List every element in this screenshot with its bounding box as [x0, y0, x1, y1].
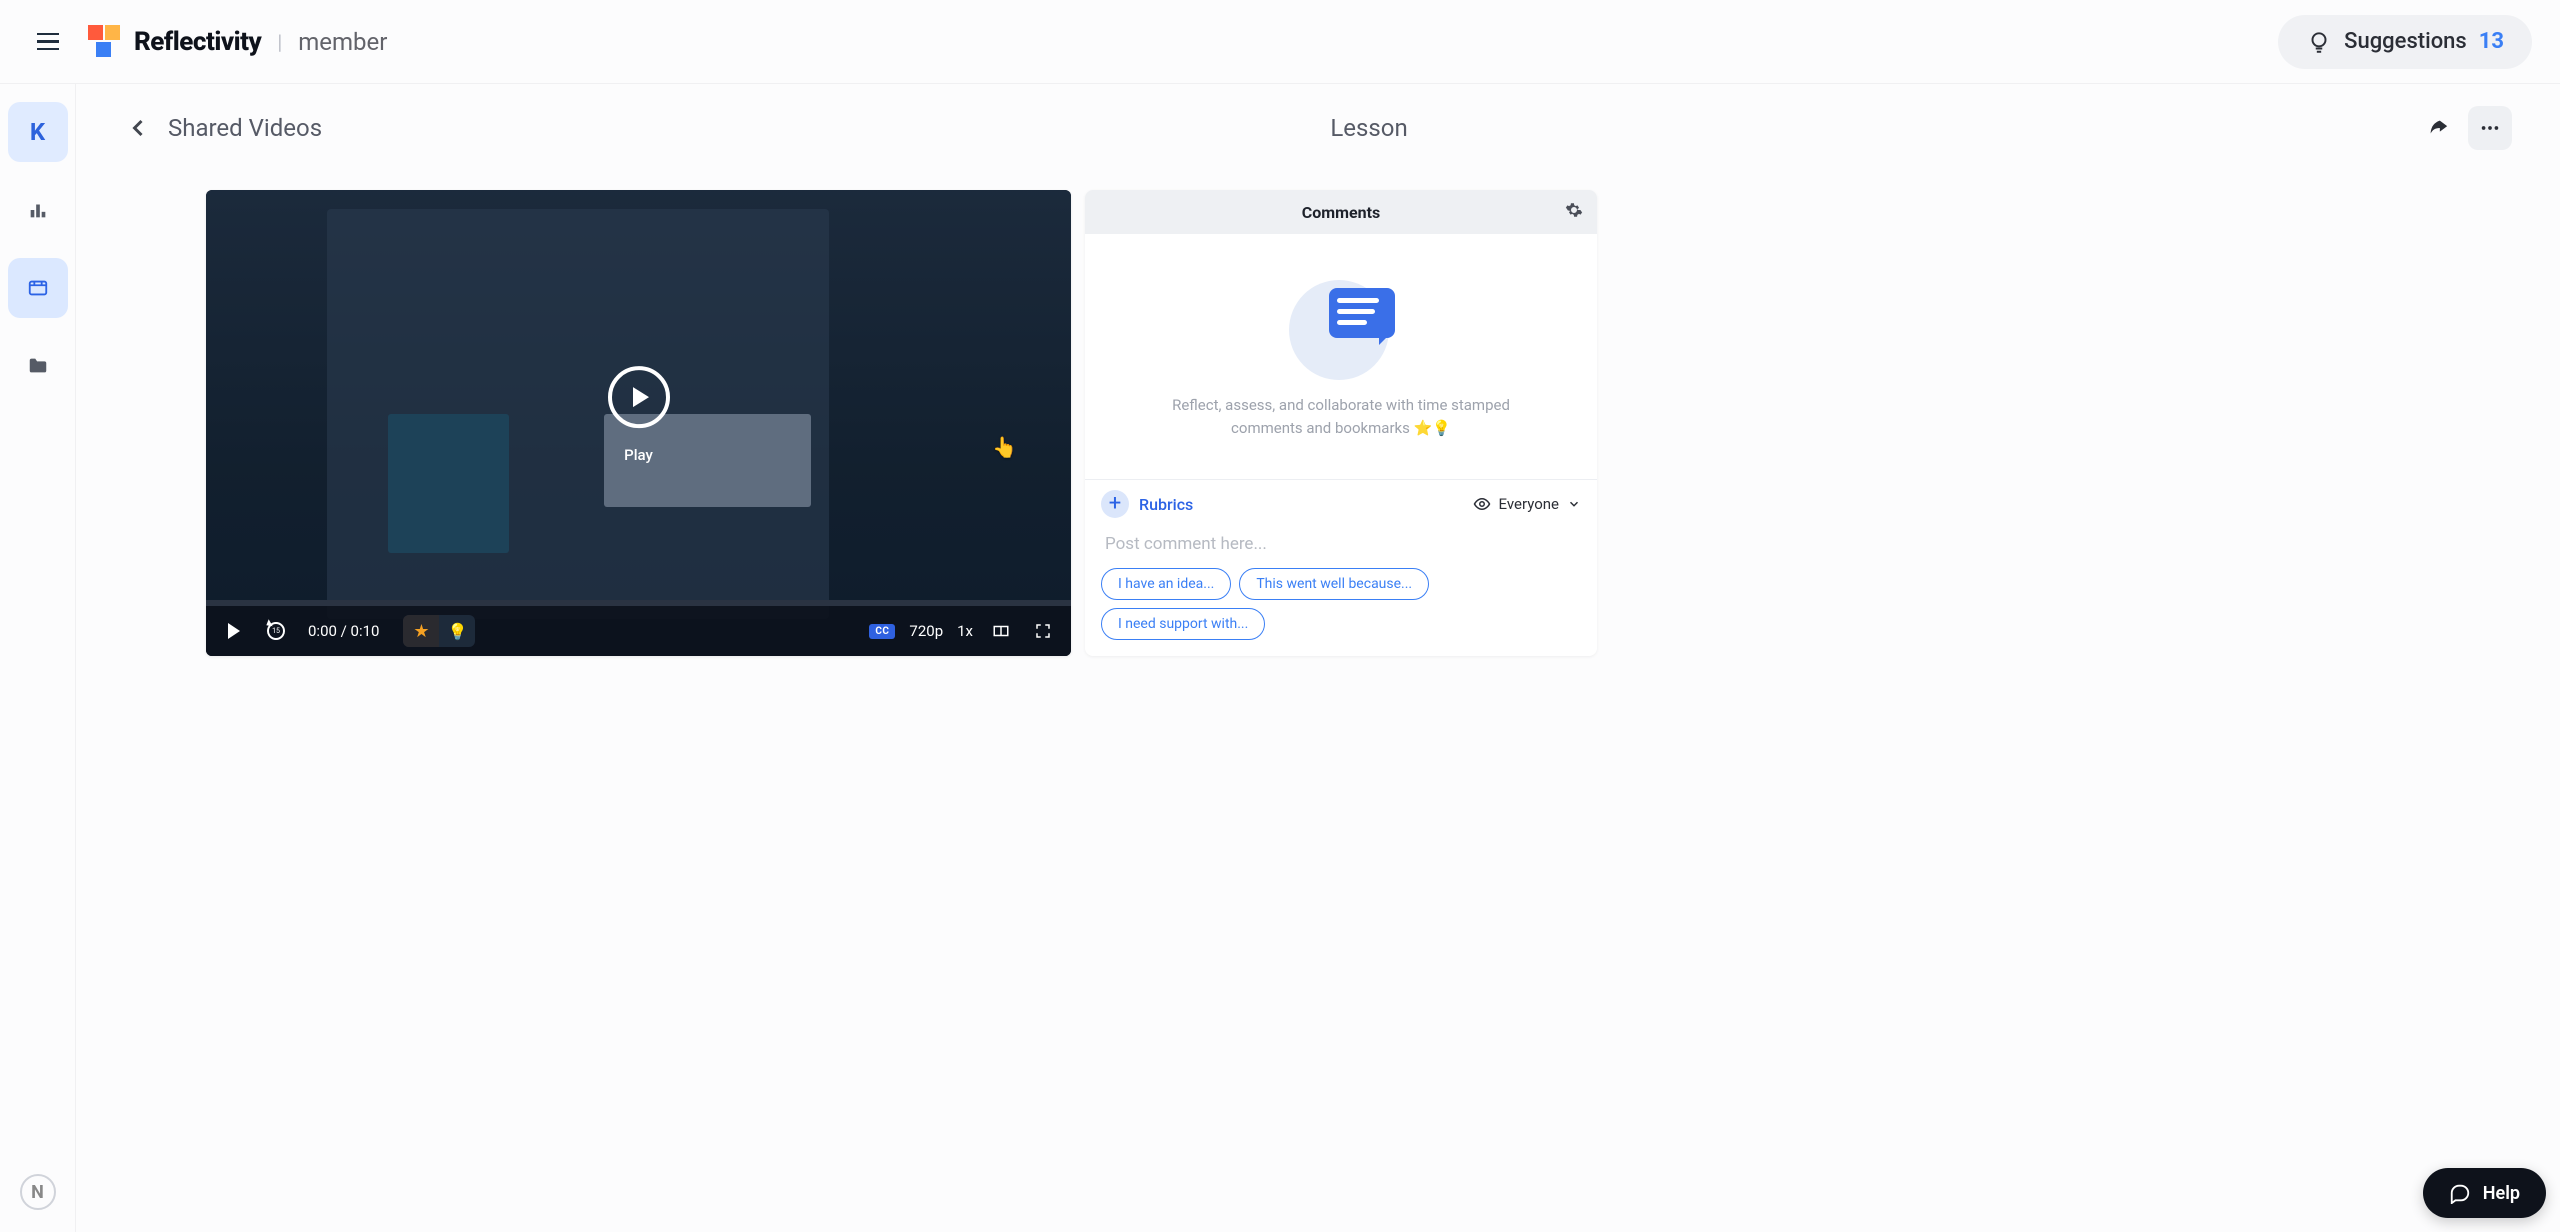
comments-settings-button[interactable] [1565, 201, 1583, 223]
prompt-chip-support[interactable]: I need support with... [1101, 608, 1265, 640]
brand-role: member [298, 28, 387, 56]
breadcrumb-link[interactable]: Shared Videos [168, 114, 322, 142]
page-title: Lesson [1330, 114, 1407, 142]
suggestions-label: Suggestions [2344, 29, 2467, 54]
play-button[interactable] [220, 617, 248, 645]
brand-name: Reflectivity [134, 27, 261, 57]
nav-videos[interactable] [8, 258, 68, 318]
bar-chart-icon [27, 199, 49, 221]
speed-button[interactable]: 1x [957, 622, 973, 640]
share-arrow-icon [2427, 117, 2449, 139]
share-button[interactable] [2416, 106, 2460, 150]
play-overlay-button[interactable]: Play [608, 366, 670, 464]
visibility-label: Everyone [1499, 495, 1559, 513]
org-badge: N [20, 1174, 56, 1210]
plus-icon: + [1101, 490, 1129, 518]
comments-empty-text: Reflect, assess, and collaborate with ti… [1161, 394, 1521, 439]
fullscreen-button[interactable] [1029, 617, 1057, 645]
gear-icon [1565, 201, 1583, 219]
brand-separator: | [277, 30, 282, 54]
comments-empty-illustration [1271, 274, 1411, 374]
fullscreen-icon [1034, 622, 1052, 640]
comments-empty-state: Reflect, assess, and collaborate with ti… [1085, 234, 1597, 479]
left-nav: K N [0, 84, 76, 1232]
back-button[interactable] [124, 114, 152, 142]
suggestions-button[interactable]: Suggestions 13 [2278, 15, 2532, 69]
visibility-dropdown[interactable]: Everyone [1473, 495, 1581, 513]
bookmark-star-button[interactable]: ★ [403, 615, 439, 647]
chevron-down-icon [1567, 497, 1581, 511]
quality-button[interactable]: 720p [909, 622, 943, 640]
video-controls-bar: 15 0:00 / 0:10 ★ 💡 CC 720p 1x [206, 606, 1071, 656]
comment-input[interactable] [1101, 524, 1581, 568]
hamburger-icon [37, 33, 59, 51]
folder-icon [27, 355, 49, 377]
nav-folders[interactable] [8, 336, 68, 396]
comments-title: Comments [1302, 203, 1380, 222]
chat-bubble-icon [2449, 1182, 2471, 1204]
theater-icon [992, 622, 1010, 640]
progress-track[interactable] [206, 600, 1071, 606]
more-options-button[interactable] [2468, 106, 2512, 150]
suggestions-count: 13 [2479, 29, 2504, 54]
avatar-initial: K [30, 118, 45, 146]
rubrics-label: Rubrics [1139, 495, 1193, 514]
video-player[interactable]: Play 👆 15 0:00 / 0:10 ★ 💡 CC [206, 190, 1071, 656]
theater-mode-button[interactable] [987, 617, 1015, 645]
hamburger-menu-button[interactable] [28, 22, 68, 62]
play-circle-icon [608, 366, 670, 428]
prompt-chip-went-well[interactable]: This went well because... [1239, 568, 1429, 600]
rewind-15-button[interactable]: 15 [262, 617, 290, 645]
prompt-chip-idea[interactable]: I have an idea... [1101, 568, 1231, 600]
help-button[interactable]: Help [2423, 1168, 2546, 1218]
star-icon: ★ [413, 621, 429, 642]
bulb-icon: 💡 [448, 622, 468, 641]
rewind-icon: 15 [267, 622, 285, 640]
app-logo [88, 25, 122, 59]
comments-panel: Comments Reflect, assess, and collaborat… [1085, 190, 1597, 656]
brand-block: Reflectivity | member [88, 25, 387, 59]
eye-icon [1473, 495, 1491, 513]
help-label: Help [2483, 1183, 2520, 1204]
bookmark-idea-button[interactable]: 💡 [439, 615, 475, 647]
play-icon [228, 623, 240, 639]
play-label: Play [624, 446, 653, 464]
nav-dashboard[interactable] [8, 180, 68, 240]
time-display: 0:00 / 0:10 [308, 622, 379, 640]
add-rubrics-button[interactable]: + Rubrics [1101, 490, 1193, 518]
lightbulb-icon [2306, 29, 2332, 55]
film-icon [27, 277, 49, 299]
ellipsis-icon [2479, 117, 2501, 139]
user-avatar[interactable]: K [8, 102, 68, 162]
captions-button[interactable]: CC [869, 624, 895, 639]
